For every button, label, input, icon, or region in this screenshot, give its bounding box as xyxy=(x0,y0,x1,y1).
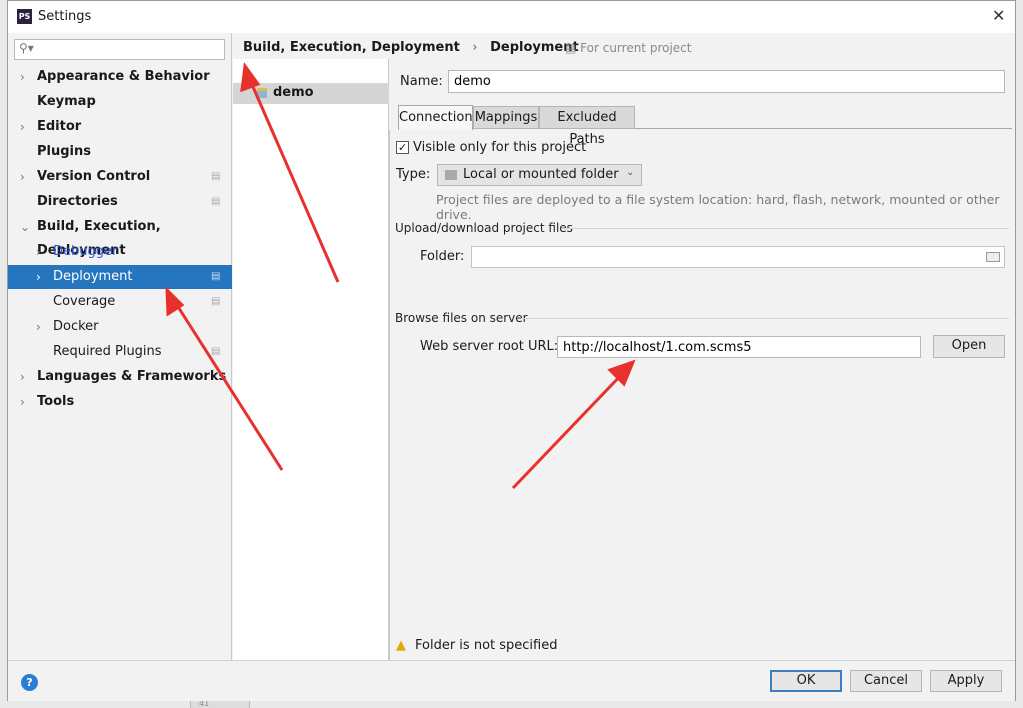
sidebar-item-languages-frameworks[interactable]: › Languages & Frameworks xyxy=(8,365,232,389)
sidebar-item-coverage[interactable]: Coverage ▤ xyxy=(8,290,232,314)
breadcrumb: Build, Execution, Deployment › Deploymen… xyxy=(243,40,579,55)
folder-label: Folder: xyxy=(420,249,465,264)
warning-message: Folder is not specified xyxy=(415,638,558,653)
sidebar-item-label: Directories xyxy=(37,194,118,209)
name-input[interactable] xyxy=(448,70,1005,93)
server-name: demo xyxy=(273,85,314,100)
sidebar-item-build-execution-deployment[interactable]: ⌄ Build, Execution, Deployment xyxy=(8,215,232,258)
apply-button[interactable]: Apply xyxy=(930,670,1002,692)
sidebar-item-label: Tools xyxy=(37,394,75,409)
browse-section-title: Browse files on server xyxy=(395,311,528,325)
project-scope-icon: ▤ xyxy=(211,171,221,182)
sidebar-item-label: Plugins xyxy=(37,144,91,159)
upload-section-title: Upload/download project files xyxy=(395,221,573,235)
sidebar-item-label: Version Control xyxy=(37,169,151,184)
title-bar: PS Settings ✕ xyxy=(8,1,1015,33)
chevron-right-icon[interactable]: › xyxy=(36,265,41,289)
sidebar-item-debugger[interactable]: › Debugger xyxy=(8,240,232,264)
server-list: demo xyxy=(233,59,389,660)
sidebar-item-deployment[interactable]: › Deployment ▤ xyxy=(8,265,232,289)
app-icon: PS xyxy=(17,9,32,24)
settings-sidebar: ⚲▾ › Appearance & Behavior Keymap › Editor Pl… xyxy=(8,33,232,660)
sidebar-item-docker[interactable]: › Docker xyxy=(8,315,232,339)
web-server-url-input[interactable] xyxy=(557,336,921,358)
tab-bar: Connection Mappings Excluded Paths xyxy=(398,105,1012,147)
type-value: Local or mounted folder xyxy=(463,167,619,182)
sidebar-item-label: Required Plugins xyxy=(53,344,162,359)
project-scope-icon: ▤ xyxy=(211,196,221,207)
settings-dialog: PS Settings ✕ ⚲▾ › Appearance & Behavior K… xyxy=(7,0,1016,701)
browse-folder-icon[interactable] xyxy=(986,252,1000,262)
warning-icon: ▲ xyxy=(396,638,406,653)
sidebar-item-tools[interactable]: › Tools xyxy=(8,390,232,414)
window-title: Settings xyxy=(38,9,92,24)
sidebar-item-plugins[interactable]: Plugins xyxy=(8,140,232,164)
chevron-right-icon[interactable]: › xyxy=(20,390,25,414)
chevron-right-icon[interactable]: › xyxy=(20,165,25,189)
url-label: Web server root URL: xyxy=(420,339,559,354)
type-dropdown[interactable]: Local or mounted folder ⌄ xyxy=(437,164,642,186)
breadcrumb-separator: › xyxy=(472,40,478,55)
name-label: Name: xyxy=(400,74,443,89)
section-separator xyxy=(521,318,1009,319)
open-button[interactable]: Open xyxy=(933,335,1005,358)
type-label: Type: xyxy=(396,167,431,182)
section-separator xyxy=(561,228,1009,229)
visible-checkbox[interactable]: ✓ xyxy=(396,141,409,154)
project-scope-icon: ▤ xyxy=(211,346,221,357)
folder-input[interactable] xyxy=(471,246,1005,268)
sidebar-item-appearance-behavior[interactable]: › Appearance & Behavior xyxy=(8,65,232,89)
sidebar-item-editor[interactable]: › Editor xyxy=(8,115,232,139)
sidebar-item-label: Editor xyxy=(37,119,82,134)
sidebar-item-label: Docker xyxy=(53,319,99,334)
server-icon xyxy=(257,88,267,98)
editor-gutter: 41 xyxy=(190,699,250,708)
divider xyxy=(389,130,390,660)
sidebar-item-keymap[interactable]: Keymap xyxy=(8,90,232,114)
breadcrumb-parent[interactable]: Build, Execution, Deployment xyxy=(243,40,460,55)
search-icon: ⚲▾ xyxy=(19,41,34,55)
dialog-footer: ? OK Cancel Apply xyxy=(8,660,1015,701)
folder-icon xyxy=(445,170,457,180)
ok-button[interactable]: OK xyxy=(770,670,842,692)
sidebar-item-label: Deployment xyxy=(53,269,133,284)
chevron-right-icon[interactable]: › xyxy=(36,315,41,339)
search-field[interactable] xyxy=(41,41,221,56)
project-scope-icon: ▤ xyxy=(211,296,221,307)
tab-connection[interactable]: Connection xyxy=(398,105,473,130)
sidebar-item-version-control[interactable]: › Version Control ▤ xyxy=(8,165,232,189)
chevron-down-icon: ⌄ xyxy=(626,167,635,178)
chevron-down-icon[interactable]: ⌄ xyxy=(20,215,30,239)
chevron-right-icon[interactable]: › xyxy=(36,240,41,264)
sidebar-item-label: Coverage xyxy=(53,294,116,309)
project-scope-icon: ▤ xyxy=(211,271,221,282)
scope-text: For current project xyxy=(580,41,692,55)
sidebar-item-label: Debugger xyxy=(53,244,118,259)
tab-excluded-paths[interactable]: Excluded Paths xyxy=(539,106,635,147)
cancel-button[interactable]: Cancel xyxy=(850,670,922,692)
close-icon[interactable]: ✕ xyxy=(992,6,1005,25)
sidebar-item-label: Appearance & Behavior xyxy=(37,69,210,84)
tab-mappings[interactable]: Mappings xyxy=(473,106,539,129)
sidebar-item-required-plugins[interactable]: Required Plugins ▤ xyxy=(8,340,232,364)
sidebar-item-label: Languages & Frameworks xyxy=(37,369,227,384)
sidebar-item-label: Keymap xyxy=(37,94,96,109)
chevron-right-icon[interactable]: › xyxy=(20,365,25,389)
visible-label: Visible only for this project xyxy=(413,140,587,155)
server-item[interactable]: demo xyxy=(233,83,389,104)
type-hint: Project files are deployed to a file sys… xyxy=(436,192,1000,222)
project-scope-icon: ▤ xyxy=(565,41,581,55)
chevron-right-icon[interactable]: › xyxy=(20,115,25,139)
sidebar-item-directories[interactable]: Directories ▤ xyxy=(8,190,232,214)
search-input[interactable]: ⚲▾ xyxy=(14,39,225,60)
scope-label: ▤ For current project xyxy=(565,41,691,55)
chevron-right-icon[interactable]: › xyxy=(20,65,25,89)
help-icon[interactable]: ? xyxy=(21,674,38,691)
